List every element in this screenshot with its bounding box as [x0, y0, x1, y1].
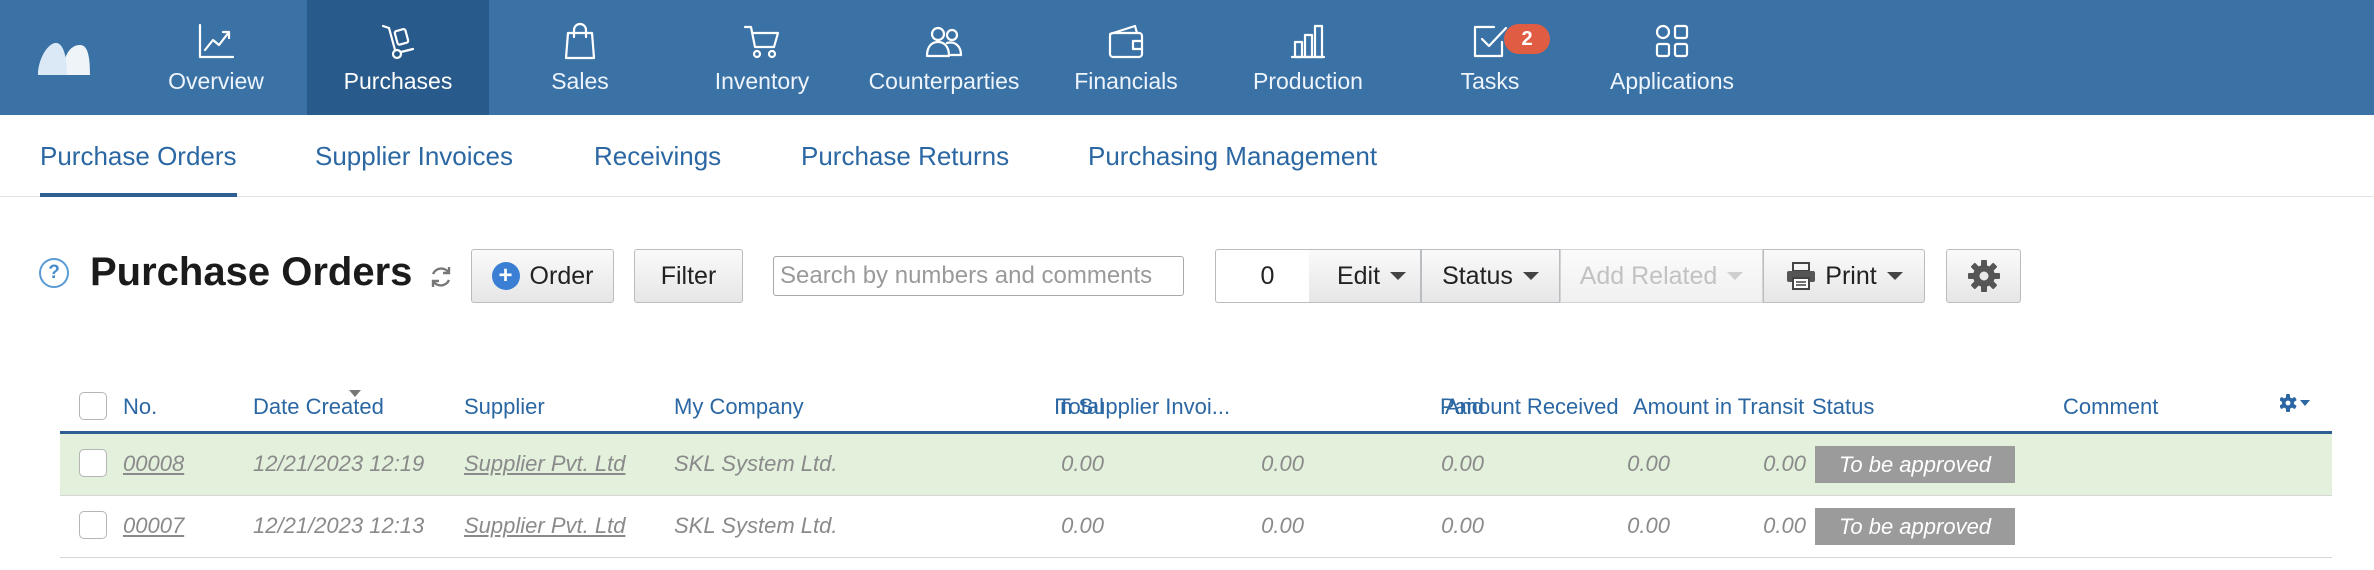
add-related-dropdown[interactable]: Add Related: [1560, 249, 1763, 303]
help-icon[interactable]: ?: [39, 258, 69, 288]
order-number-link[interactable]: 00007: [123, 513, 184, 539]
apps-grid-icon: [1655, 24, 1689, 58]
received-cell: 0.00: [1627, 451, 1670, 476]
paid-cell: 0.00: [1441, 451, 1484, 476]
page-title: Purchase Orders: [90, 250, 413, 294]
status-dropdown[interactable]: Status: [1421, 249, 1560, 303]
nav-sales[interactable]: Sales: [489, 0, 671, 115]
gear-icon: [1967, 260, 2000, 292]
status-badge: To be approved: [1815, 446, 2015, 483]
wallet-icon: [1108, 24, 1144, 59]
supplier-link[interactable]: Supplier Pvt. Ltd: [464, 451, 625, 477]
column-header-supplier[interactable]: Supplier: [464, 394, 545, 420]
nav-purchases[interactable]: Purchases: [307, 0, 489, 115]
nav-counterparties-label: Counterparties: [868, 68, 1020, 94]
nav-financials-label: Financials: [1074, 68, 1178, 94]
table-row[interactable]: 00007 12/21/2023 12:13 Supplier Pvt. Ltd…: [60, 496, 2332, 558]
add-order-label: Order: [529, 261, 594, 290]
chevron-down-icon: [1522, 272, 1539, 280]
select-all-checkbox[interactable]: [79, 392, 107, 420]
column-header-amount-received[interactable]: Amount Received: [1445, 394, 1619, 420]
sort-descending-icon: [349, 390, 361, 397]
row-checkbox[interactable]: [79, 511, 107, 539]
plus-icon: +: [491, 262, 520, 290]
shopping-bag-icon: [564, 22, 596, 60]
factory-icon: [1290, 24, 1326, 59]
company-cell: SKL System Ltd.: [674, 451, 838, 476]
printer-icon: [1787, 262, 1816, 290]
tasks-count-badge: 2: [1504, 24, 1550, 54]
tab-receivings[interactable]: Receivings: [594, 115, 721, 197]
company-cell: SKL System Ltd.: [674, 513, 838, 538]
tab-supplier-invoices[interactable]: Supplier Invoices: [315, 115, 513, 197]
date-created-cell: 12/21/2023 12:19: [253, 451, 425, 476]
paid-cell: 0.00: [1441, 513, 1484, 538]
supplier-link[interactable]: Supplier Pvt. Ltd: [464, 513, 625, 539]
column-header-amount-in-transit[interactable]: Amount in Transit: [1633, 394, 1804, 420]
invoiced-cell: 0.00: [1261, 451, 1304, 476]
tab-purchase-orders[interactable]: Purchase Orders: [40, 115, 237, 197]
app-logo[interactable]: [0, 0, 125, 115]
edit-dropdown[interactable]: Edit: [1309, 249, 1421, 303]
total-cell: 0.00: [1061, 451, 1104, 476]
transit-cell: 0.00: [1763, 513, 1806, 538]
column-header-date-label: Date Created: [253, 394, 384, 419]
nav-inventory-label: Inventory: [714, 68, 810, 94]
nav-overview[interactable]: Overview: [125, 0, 307, 115]
tab-purchase-returns[interactable]: Purchase Returns: [801, 115, 1009, 197]
nav-purchases-label: Purchases: [343, 68, 453, 94]
chevron-down-icon: [1727, 272, 1744, 280]
nav-production[interactable]: Production: [1217, 0, 1399, 115]
print-dropdown[interactable]: Print: [1763, 249, 1925, 303]
search-input[interactable]: [773, 256, 1184, 296]
tab-purchasing-management[interactable]: Purchasing Management: [1088, 115, 1377, 197]
chart-line-icon: [198, 23, 235, 59]
nav-counterparties[interactable]: Counterparties: [853, 0, 1035, 115]
nav-applications[interactable]: Applications: [1581, 0, 1763, 115]
nav-tasks-label: Tasks: [1460, 68, 1520, 94]
table-row[interactable]: 00008 12/21/2023 12:19 Supplier Pvt. Ltd…: [60, 434, 2332, 496]
nav-overview-label: Overview: [168, 68, 264, 94]
sub-tabs: Purchase Orders Supplier Invoices Receiv…: [0, 115, 2374, 197]
nav-tasks[interactable]: Tasks 2: [1399, 0, 1581, 115]
column-header-comment[interactable]: Comment: [2063, 394, 2158, 420]
invoiced-cell: 0.00: [1261, 513, 1304, 538]
filter-button[interactable]: Filter: [634, 249, 743, 303]
column-header-date-created[interactable]: Date Created: [253, 390, 384, 420]
edit-label: Edit: [1336, 261, 1381, 290]
add-related-label: Add Related: [1579, 261, 1718, 290]
column-settings-icon[interactable]: [2280, 392, 2318, 416]
table-header: No. Date Created Supplier My Company Tot…: [60, 380, 2332, 434]
total-cell: 0.00: [1061, 513, 1104, 538]
nav-financials[interactable]: Financials: [1035, 0, 1217, 115]
column-header-no[interactable]: No.: [123, 394, 157, 420]
add-order-button[interactable]: + Order: [471, 249, 614, 303]
received-cell: 0.00: [1627, 513, 1670, 538]
column-header-status[interactable]: Status: [1812, 394, 1874, 420]
nav-inventory[interactable]: Inventory: [671, 0, 853, 115]
status-badge: To be approved: [1815, 508, 2015, 545]
order-number-link[interactable]: 00008: [123, 451, 184, 477]
chevron-down-icon: [1886, 272, 1903, 280]
nav-production-label: Production: [1253, 68, 1363, 94]
shopping-cart-icon: [743, 25, 780, 59]
transit-cell: 0.00: [1763, 451, 1806, 476]
date-created-cell: 12/21/2023 12:13: [253, 513, 425, 538]
column-header-in-supplier-invoices[interactable]: In Supplier Invoi...: [1054, 394, 1230, 420]
nav-applications-label: Applications: [1609, 68, 1735, 94]
top-navigation: Overview Purchases Sales Inventory Count…: [0, 0, 2374, 115]
refresh-icon[interactable]: [428, 264, 454, 290]
print-label: Print: [1825, 261, 1877, 290]
settings-button[interactable]: [1946, 249, 2021, 303]
column-header-my-company[interactable]: My Company: [674, 394, 804, 420]
users-icon: [925, 26, 963, 58]
nav-sales-label: Sales: [551, 68, 609, 94]
selected-count: 0: [1215, 249, 1319, 303]
hand-truck-icon: [381, 24, 415, 60]
logo-icon: [37, 42, 90, 75]
status-label: Status: [1442, 261, 1513, 290]
row-checkbox[interactable]: [79, 449, 107, 477]
chevron-down-icon: [1390, 272, 1407, 280]
